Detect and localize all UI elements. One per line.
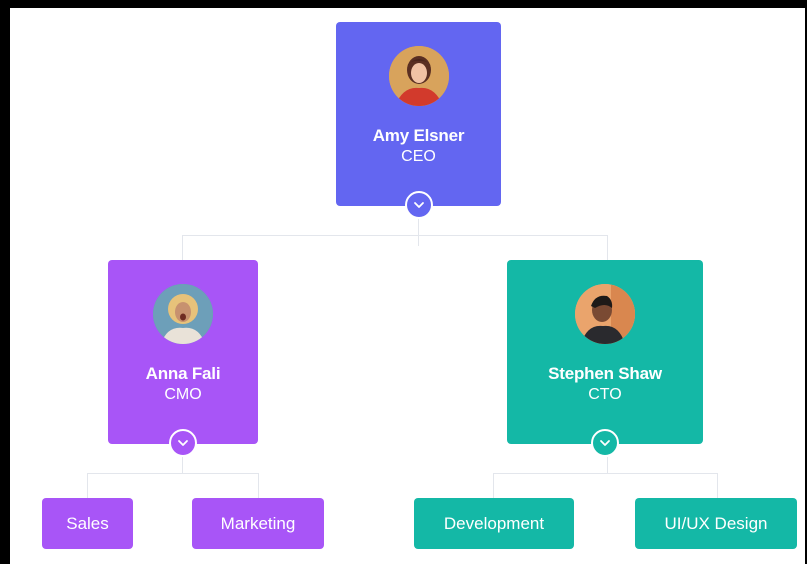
connector-cmo-down (182, 457, 183, 473)
cmo-chevron-down-icon[interactable] (169, 429, 197, 457)
cto-chevron-down-icon[interactable] (591, 429, 619, 457)
cmo-name: Anna Fali (145, 364, 221, 383)
node-cmo: Anna Fali CMO (108, 260, 258, 457)
ceo-title: CEO (401, 148, 436, 165)
connector-ceo-branch (182, 235, 608, 236)
connector-to-sales (87, 473, 88, 498)
connector-to-marketing (258, 473, 259, 498)
node-ceo: Amy Elsner CEO (336, 22, 501, 219)
ceo-chevron-down-icon[interactable] (404, 191, 433, 219)
node-cto: Stephen Shaw CTO (507, 260, 703, 457)
cto-title: CTO (588, 386, 622, 403)
leaf-marketing[interactable]: Marketing (192, 498, 324, 549)
connector-cmo-branch (87, 473, 259, 474)
cmo-title: CMO (164, 386, 202, 403)
connector-to-cto (607, 235, 608, 260)
leaf-uiux-design[interactable]: UI/UX Design (635, 498, 797, 549)
connector-to-uiux (717, 473, 718, 498)
connector-to-cmo (182, 235, 183, 260)
avatar-photo-icon (153, 284, 213, 344)
avatar-photo-icon (575, 284, 635, 344)
leaf-sales[interactable]: Sales (42, 498, 133, 549)
ceo-name: Amy Elsner (372, 126, 465, 145)
connector-ceo-down (418, 218, 419, 246)
leaf-development[interactable]: Development (414, 498, 574, 549)
org-chart-canvas: Amy Elsner CEO Anna Fali CMO Stephen Sha… (10, 8, 805, 564)
connector-cto-down (607, 457, 608, 473)
cto-name: Stephen Shaw (548, 364, 662, 383)
avatar-photo-icon (388, 46, 449, 106)
connector-to-development (493, 473, 494, 498)
connector-cto-branch (493, 473, 718, 474)
